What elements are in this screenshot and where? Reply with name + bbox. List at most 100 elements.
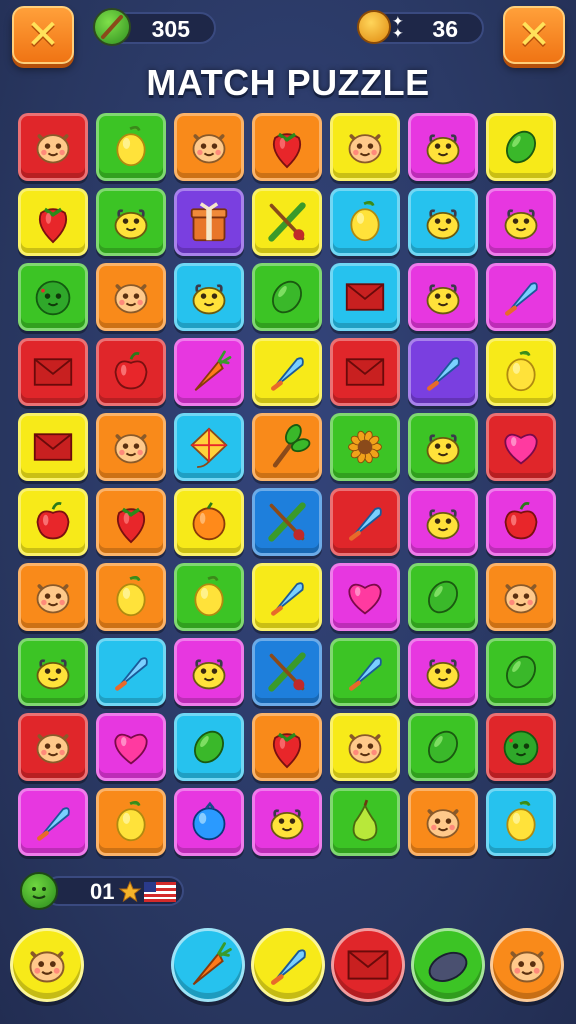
cone-icon <box>271 357 304 391</box>
apple-icon <box>114 352 148 390</box>
tile-heart[interactable] <box>330 563 400 631</box>
tile-lemon[interactable] <box>96 113 166 181</box>
tile-blob[interactable] <box>408 263 478 331</box>
powerup-monster-button[interactable] <box>10 928 84 1002</box>
lemon-icon <box>116 800 146 842</box>
powerup-cone-button[interactable] <box>251 928 325 1002</box>
powerup-envelope-button[interactable] <box>331 928 405 1002</box>
level-counter: 01 <box>20 872 185 910</box>
tile-cone[interactable] <box>330 638 400 706</box>
tile-cone[interactable] <box>252 338 322 406</box>
tile-strawberry[interactable] <box>252 113 322 181</box>
tile-plant[interactable] <box>252 413 322 481</box>
tile-monster[interactable] <box>408 788 478 856</box>
tile-carrot[interactable] <box>174 338 244 406</box>
tile-apple[interactable] <box>18 488 88 556</box>
powerup-monster-button[interactable] <box>490 928 564 1002</box>
blob-icon <box>426 284 460 315</box>
tile-melon[interactable] <box>18 263 88 331</box>
tile-kite[interactable] <box>174 413 244 481</box>
blob-icon <box>36 659 70 690</box>
lemon-icon <box>194 575 224 617</box>
tile-cone[interactable] <box>96 638 166 706</box>
tile-blob[interactable] <box>252 788 322 856</box>
tile-heart[interactable] <box>96 713 166 781</box>
tile-envelope[interactable] <box>18 413 88 481</box>
tile-strawberry[interactable] <box>96 488 166 556</box>
monster-icon <box>114 284 148 314</box>
tile-lemon[interactable] <box>96 563 166 631</box>
tile-blob[interactable] <box>408 188 478 256</box>
powerup-carrot-button[interactable] <box>171 928 245 1002</box>
tile-lime[interactable] <box>408 713 478 781</box>
tile-monster[interactable] <box>96 413 166 481</box>
tile-strawberry[interactable] <box>18 188 88 256</box>
cone-icon <box>115 657 148 691</box>
close-right-button[interactable]: ✕ <box>503 6 565 64</box>
tile-lemon[interactable] <box>486 338 556 406</box>
tile-blob[interactable] <box>408 413 478 481</box>
tile-monster[interactable] <box>330 113 400 181</box>
tile-heart[interactable] <box>486 413 556 481</box>
powerup-stone-button[interactable] <box>411 928 485 1002</box>
tile-pear[interactable] <box>330 788 400 856</box>
tile-strawberry[interactable] <box>252 713 322 781</box>
lemon-icon <box>116 125 146 167</box>
tile-monster[interactable] <box>18 563 88 631</box>
tile-lemon[interactable] <box>486 788 556 856</box>
tile-monster[interactable] <box>330 713 400 781</box>
tile-cone[interactable] <box>18 788 88 856</box>
tile-monster[interactable] <box>174 113 244 181</box>
flower-icon <box>348 430 382 464</box>
tile-envelope[interactable] <box>18 338 88 406</box>
tile-orange[interactable] <box>174 488 244 556</box>
tile-lime[interactable] <box>174 713 244 781</box>
tile-monster[interactable] <box>486 563 556 631</box>
tile-cone[interactable] <box>252 563 322 631</box>
tile-lemon[interactable] <box>330 188 400 256</box>
tile-sword[interactable] <box>252 188 322 256</box>
melon-icon <box>20 872 58 910</box>
kite-icon <box>190 427 228 468</box>
tile-blob[interactable] <box>18 638 88 706</box>
tile-lime[interactable] <box>486 638 556 706</box>
tile-blob[interactable] <box>408 488 478 556</box>
tile-cone[interactable] <box>330 488 400 556</box>
leaf-icon <box>93 8 131 46</box>
tile-monster[interactable] <box>18 113 88 181</box>
carrot-icon <box>194 350 232 391</box>
tile-monster[interactable] <box>96 263 166 331</box>
tile-melon[interactable] <box>486 713 556 781</box>
tile-lime[interactable] <box>252 263 322 331</box>
coins-value: 36 <box>432 16 458 42</box>
blob-icon <box>192 659 226 690</box>
tile-lemon[interactable] <box>174 563 244 631</box>
tile-blob[interactable] <box>174 263 244 331</box>
tile-lemon[interactable] <box>96 788 166 856</box>
tile-cone[interactable] <box>408 338 478 406</box>
tile-sword[interactable] <box>252 638 322 706</box>
tile-gift[interactable] <box>174 188 244 256</box>
tile-apple[interactable] <box>486 488 556 556</box>
tile-cone[interactable] <box>486 263 556 331</box>
close-left-button[interactable]: ✕ <box>12 6 74 64</box>
tile-blob[interactable] <box>486 188 556 256</box>
tile-envelope[interactable] <box>330 263 400 331</box>
tile-lime[interactable] <box>486 113 556 181</box>
x-icon: ✕ <box>26 12 60 58</box>
tile-flower[interactable] <box>330 413 400 481</box>
tile-berry[interactable] <box>174 788 244 856</box>
tile-blob[interactable] <box>174 638 244 706</box>
tile-blob[interactable] <box>96 188 166 256</box>
gift-icon <box>190 202 228 242</box>
tile-apple[interactable] <box>96 338 166 406</box>
monster-icon <box>509 951 545 983</box>
blob-icon <box>426 434 460 465</box>
tile-envelope[interactable] <box>330 338 400 406</box>
tile-sword[interactable] <box>252 488 322 556</box>
tile-blob[interactable] <box>408 113 478 181</box>
tile-blob[interactable] <box>408 638 478 706</box>
tile-lime[interactable] <box>408 563 478 631</box>
tile-monster[interactable] <box>18 713 88 781</box>
strawberry-icon <box>272 132 302 169</box>
